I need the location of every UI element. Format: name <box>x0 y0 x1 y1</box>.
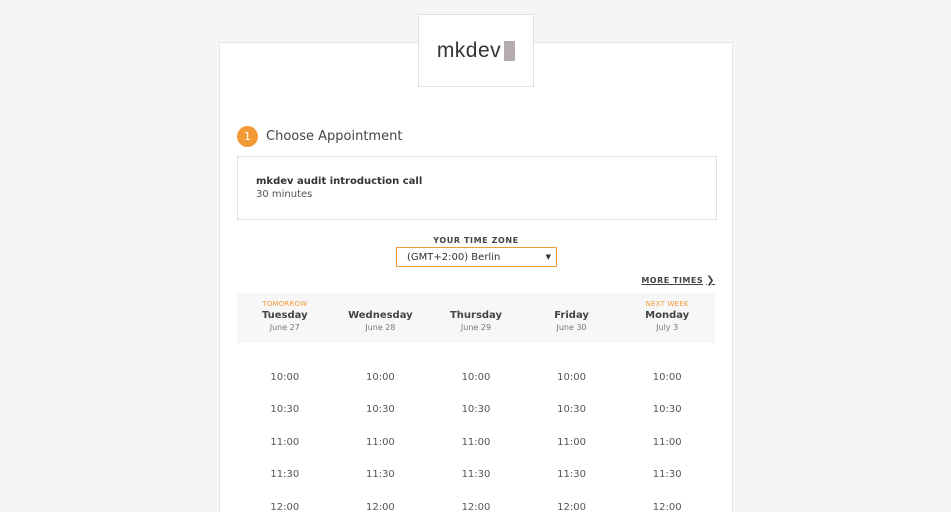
slot-column: 10:00 10:30 11:00 11:30 12:00 <box>619 361 715 512</box>
time-slot-button[interactable]: 11:30 <box>462 459 491 492</box>
time-slot-button[interactable]: 11:00 <box>366 426 395 459</box>
slot-column: 10:00 10:30 11:00 11:30 12:00 <box>524 361 620 512</box>
day-header: Wednesday June 28 <box>333 293 429 343</box>
scheduler-card: 1 Choose Appointment mkdev audit introdu… <box>219 42 733 512</box>
days-header: TOMORROW Tuesday June 27 Wednesday June … <box>237 293 715 343</box>
timezone-label: YOUR TIME ZONE <box>433 236 519 245</box>
time-slot-button[interactable]: 10:00 <box>270 361 299 394</box>
time-slot-button[interactable]: 11:00 <box>653 426 682 459</box>
day-name: Monday <box>645 310 690 321</box>
day-header: NEXT WEEK Monday July 3 <box>619 293 715 343</box>
step-title: Choose Appointment <box>266 129 403 144</box>
day-tag: NEXT WEEK <box>645 300 689 308</box>
timezone-value: (GMT+2:00) Berlin <box>407 251 501 263</box>
chevron-right-icon: ❯ <box>706 275 715 286</box>
time-slot-button[interactable]: 11:00 <box>270 426 299 459</box>
day-header: Friday June 30 <box>524 293 620 343</box>
service-card[interactable]: mkdev audit introduction call 30 minutes <box>237 156 717 220</box>
more-times-label: MORE TIMES <box>641 276 704 285</box>
day-name: Wednesday <box>348 310 413 321</box>
step-header: 1 Choose Appointment <box>237 126 402 147</box>
day-name: Tuesday <box>261 310 308 321</box>
day-date: June 29 <box>460 323 492 332</box>
day-date: June 28 <box>365 323 396 332</box>
time-slot-button[interactable]: 10:00 <box>462 361 491 394</box>
service-name: mkdev audit introduction call <box>256 176 423 187</box>
day-date: July 3 <box>656 323 679 332</box>
time-slot-button[interactable]: 11:00 <box>557 426 586 459</box>
more-times-link[interactable]: MORE TIMES ❯ <box>641 275 715 286</box>
slot-column: 10:00 10:30 11:00 11:30 12:00 <box>333 361 429 512</box>
day-name: Thursday <box>449 310 503 321</box>
time-slot-button[interactable]: 11:30 <box>653 459 682 492</box>
logo-text: mkdev <box>436 38 502 62</box>
time-slot-button[interactable]: 10:00 <box>366 361 395 394</box>
time-slot-button[interactable]: 10:30 <box>653 394 682 427</box>
time-slot-button[interactable]: 12:00 <box>653 491 682 512</box>
day-date: June 27 <box>269 323 300 332</box>
day-tag: TOMORROW <box>262 300 308 308</box>
time-slot-button[interactable]: 12:00 <box>557 491 586 512</box>
time-slot-button[interactable]: 10:30 <box>366 394 395 427</box>
time-slot-button[interactable]: 10:30 <box>557 394 586 427</box>
day-name: Friday <box>554 310 589 321</box>
time-slot-button[interactable]: 10:00 <box>557 361 586 394</box>
time-slot-button[interactable]: 10:30 <box>270 394 299 427</box>
time-slot-button[interactable]: 10:30 <box>462 394 491 427</box>
time-slot-button[interactable]: 12:00 <box>366 491 395 512</box>
logo: mkdev <box>418 14 534 87</box>
time-slot-button[interactable]: 11:30 <box>366 459 395 492</box>
day-date: June 30 <box>556 323 587 332</box>
time-slot-button[interactable]: 11:30 <box>270 459 299 492</box>
time-slot-button[interactable]: 12:00 <box>462 491 491 512</box>
chevron-down-icon: ▼ <box>545 253 551 261</box>
time-slot-button[interactable]: 11:00 <box>462 426 491 459</box>
time-slots-grid: 10:00 10:30 11:00 11:30 12:00 10:00 10:3… <box>237 361 715 512</box>
slot-column: 10:00 10:30 11:00 11:30 12:00 <box>428 361 524 512</box>
logo-mark <box>504 41 516 61</box>
time-slot-button[interactable]: 11:30 <box>557 459 586 492</box>
slot-column: 10:00 10:30 11:00 11:30 12:00 <box>237 361 333 512</box>
step-number-badge: 1 <box>237 126 258 147</box>
time-slot-button[interactable]: 12:00 <box>270 491 299 512</box>
day-header: TOMORROW Tuesday June 27 <box>237 293 333 343</box>
day-header: Thursday June 29 <box>428 293 524 343</box>
timezone-select[interactable]: (GMT+2:00) Berlin ▼ <box>396 247 557 267</box>
time-slot-button[interactable]: 10:00 <box>653 361 682 394</box>
service-duration: 30 minutes <box>256 189 313 200</box>
